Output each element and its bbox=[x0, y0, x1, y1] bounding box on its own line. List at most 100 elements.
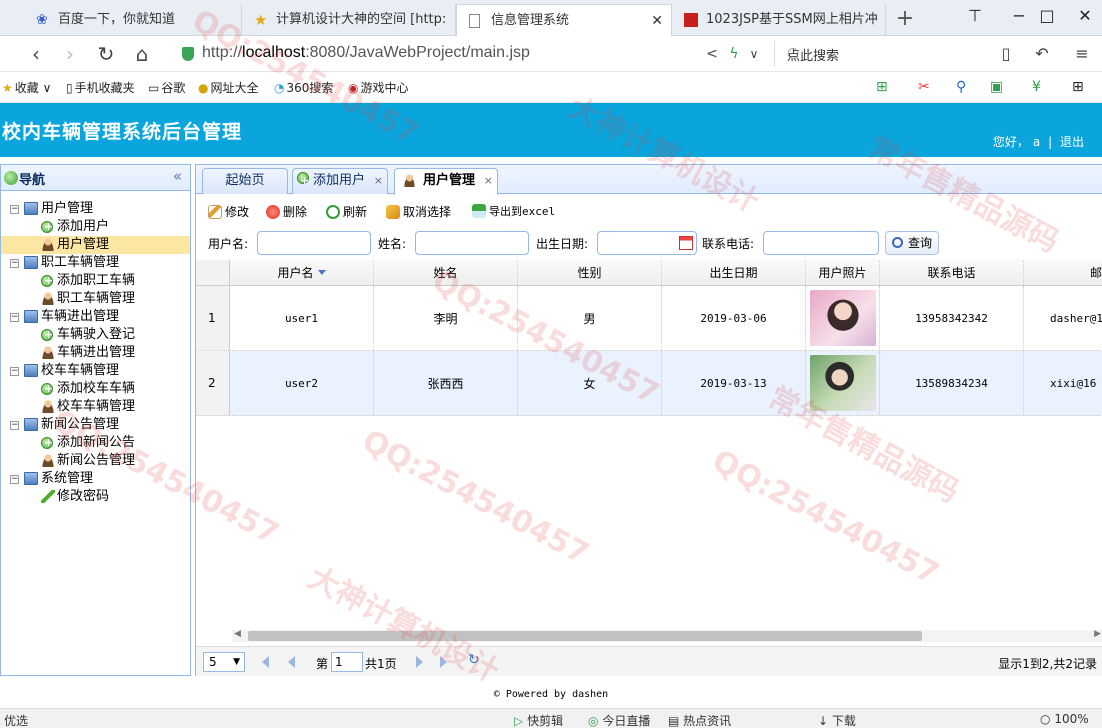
delete-button[interactable]: 删除 bbox=[266, 203, 307, 220]
status-download[interactable]: ↓ 下载 bbox=[818, 712, 856, 728]
sidebar-item[interactable]: 新闻公告管理 bbox=[1, 452, 190, 470]
nav-group[interactable]: − 系统管理 bbox=[1, 470, 190, 488]
nav-group[interactable]: − 校车车辆管理 bbox=[1, 362, 190, 380]
bookmark-favorites[interactable]: ★ 收藏 ∨ bbox=[2, 79, 51, 96]
minimize-icon[interactable]: − bbox=[1006, 4, 1032, 28]
sidebar-item[interactable]: 车辆驶入登记 bbox=[1, 326, 190, 344]
collapse-toggle-icon[interactable]: − bbox=[10, 259, 19, 268]
refresh-button[interactable]: 刷新 bbox=[326, 203, 367, 220]
tab-add-user[interactable]: 添加用户 × bbox=[292, 168, 388, 194]
table-row[interactable]: 2 user2 张西西 女 2019-03-13 13589834234 xix… bbox=[196, 351, 1102, 416]
translate-icon[interactable]: ⊞ bbox=[876, 79, 888, 95]
collapse-toggle-icon[interactable]: − bbox=[10, 367, 19, 376]
nav-group[interactable]: − 职工车辆管理 bbox=[1, 254, 190, 272]
column-header-photo[interactable]: 用户照片 bbox=[806, 260, 880, 285]
sidebar-item[interactable]: 用户管理 bbox=[1, 236, 190, 254]
birth-input[interactable] bbox=[597, 231, 697, 255]
magnifier-icon[interactable]: ⚲ bbox=[956, 79, 966, 95]
page-size-select[interactable]: 5 ▼ bbox=[203, 652, 245, 672]
close-tab-icon[interactable]: × bbox=[484, 169, 493, 193]
yen-icon[interactable]: ¥ bbox=[1032, 79, 1041, 95]
shirt-icon[interactable]: ⊤ bbox=[962, 4, 988, 28]
menu-icon[interactable]: ≡ bbox=[1070, 42, 1094, 66]
collapse-toggle-icon[interactable]: − bbox=[10, 205, 19, 214]
nav-group[interactable]: − 用户管理 bbox=[1, 200, 190, 218]
column-label: 邮箱 bbox=[1090, 266, 1102, 280]
nav-group[interactable]: − 车辆进出管理 bbox=[1, 308, 190, 326]
column-header-phone[interactable]: 联系电话 bbox=[880, 260, 1024, 285]
column-header-gender[interactable]: 性别 bbox=[518, 260, 662, 285]
page-number-input[interactable]: 1 bbox=[331, 652, 363, 672]
sidebar-item[interactable]: 职工车辆管理 bbox=[1, 290, 190, 308]
logout-link[interactable]: 退出 bbox=[1060, 135, 1084, 149]
query-button[interactable]: 查询 bbox=[885, 231, 939, 255]
browser-tab-space[interactable]: ★ 计算机设计大神的空间 [http: bbox=[242, 4, 456, 36]
column-header-birth[interactable]: 出生日期 bbox=[662, 260, 806, 285]
scroll-left-icon[interactable]: ◀ bbox=[234, 629, 241, 639]
collapse-toggle-icon[interactable]: − bbox=[10, 475, 19, 484]
close-tab-icon[interactable]: × bbox=[374, 169, 383, 193]
nav-group[interactable]: − 新闻公告管理 bbox=[1, 416, 190, 434]
status-news[interactable]: ▤ 热点资讯 bbox=[668, 712, 731, 728]
undo-icon[interactable]: ↶ bbox=[1030, 42, 1054, 66]
column-header-username[interactable]: 用户名 bbox=[230, 260, 374, 285]
status-live[interactable]: ◎ 今日直播 bbox=[588, 712, 650, 728]
bookmark-mobile[interactable]: ▯ 手机收藏夹 bbox=[66, 79, 135, 96]
collapse-toggle-icon[interactable]: − bbox=[10, 313, 19, 322]
browser-tab-baidu[interactable]: ❀ 百度一下，你就知道 bbox=[24, 4, 242, 36]
scrollbar-thumb[interactable] bbox=[248, 631, 922, 641]
horizontal-scrollbar[interactable]: ◀ ▶ bbox=[232, 629, 1102, 642]
scroll-right-icon[interactable]: ▶ bbox=[1094, 629, 1101, 639]
calendar-icon[interactable] bbox=[679, 236, 693, 250]
sidebar-item[interactable]: 添加用户 bbox=[1, 218, 190, 236]
forward-icon[interactable]: › bbox=[58, 42, 82, 66]
tab-user-manage[interactable]: 用户管理 × bbox=[394, 168, 498, 195]
bookmark-google[interactable]: ▭ 谷歌 bbox=[148, 79, 185, 96]
column-header-email[interactable]: 邮箱 bbox=[1024, 260, 1102, 285]
new-tab-icon[interactable]: + bbox=[893, 6, 917, 32]
maximize-icon[interactable]: □ bbox=[1034, 4, 1060, 28]
gamepad-icon[interactable]: ▣ bbox=[990, 79, 1003, 95]
address-bar[interactable]: http://localhost:8080/JavaWebProject/mai… bbox=[168, 40, 688, 68]
unselect-button[interactable]: 取消选择 bbox=[386, 203, 451, 220]
prev-page-icon[interactable] bbox=[288, 656, 295, 668]
bookmark-sites[interactable]: ● 网址大全 bbox=[198, 79, 259, 96]
column-header-name[interactable]: 姓名 bbox=[374, 260, 518, 285]
close-tab-icon[interactable]: ✕ bbox=[651, 5, 663, 36]
back-icon[interactable]: ‹ bbox=[24, 42, 48, 66]
edit-button[interactable]: 修改 bbox=[208, 203, 249, 220]
sidebar-item[interactable]: 添加新闻公告 bbox=[1, 434, 190, 452]
sidebar-item[interactable]: 车辆进出管理 bbox=[1, 344, 190, 362]
export-button[interactable]: 导出到excel bbox=[472, 203, 555, 219]
sidebar-item[interactable]: 校车车辆管理 bbox=[1, 398, 190, 416]
table-row[interactable]: 1 user1 李明 男 2019-03-06 13958342342 dash… bbox=[196, 286, 1102, 351]
apps-icon[interactable]: ⊞ bbox=[1072, 79, 1084, 95]
tab-start[interactable]: 起始页 bbox=[202, 168, 288, 194]
first-page-icon[interactable] bbox=[262, 656, 269, 668]
sidebar-item[interactable]: 添加校车车辆 bbox=[1, 380, 190, 398]
refresh-icon[interactable]: ↻ bbox=[468, 652, 480, 668]
sidebar-item[interactable]: 修改密码 bbox=[1, 488, 190, 506]
last-page-icon[interactable] bbox=[440, 656, 447, 668]
scissors-icon[interactable]: ✂ bbox=[918, 79, 930, 95]
sidebar-item[interactable]: 添加职工车辆 bbox=[1, 272, 190, 290]
collapse-toggle-icon[interactable]: − bbox=[10, 421, 19, 430]
status-zoom[interactable]: ○ 100% bbox=[1040, 712, 1089, 726]
home-icon[interactable]: ⌂ bbox=[130, 42, 154, 66]
next-page-icon[interactable] bbox=[416, 656, 423, 668]
reload-icon[interactable]: ↻ bbox=[94, 42, 118, 66]
browser-tab-ssm[interactable]: 1023JSP基于SSM网上相片冲 bbox=[672, 4, 886, 36]
search-box[interactable]: 点此搜索 ○ bbox=[774, 41, 978, 67]
username-input[interactable] bbox=[257, 231, 371, 255]
collapse-left-icon[interactable]: « bbox=[173, 167, 182, 185]
phone-icon[interactable]: ▯ bbox=[994, 42, 1018, 66]
name-input[interactable] bbox=[415, 231, 529, 255]
close-window-icon[interactable]: ✕ bbox=[1072, 4, 1098, 28]
chevron-down-icon[interactable]: ∨ bbox=[742, 42, 766, 66]
bookmark-games[interactable]: ◉ 游戏中心 bbox=[348, 79, 409, 96]
share-icon[interactable]: < bbox=[700, 42, 724, 66]
bookmark-360[interactable]: ◔ 360搜索 bbox=[274, 79, 333, 96]
browser-tab-active[interactable]: 信息管理系统 ✕ bbox=[456, 4, 672, 36]
phone-input[interactable] bbox=[763, 231, 879, 255]
status-clip[interactable]: ▷ 快剪辑 bbox=[514, 712, 563, 728]
